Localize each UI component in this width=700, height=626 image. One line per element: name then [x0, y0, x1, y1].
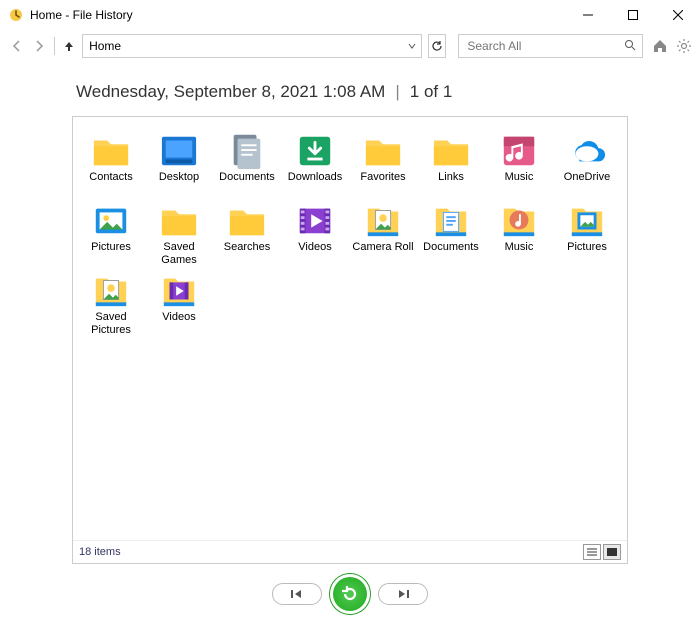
- restore-button[interactable]: [330, 574, 370, 614]
- folder-icon: [226, 201, 268, 239]
- minimize-button[interactable]: [565, 0, 610, 30]
- item-label: Documents: [219, 171, 275, 197]
- search-input[interactable]: [465, 38, 624, 54]
- view-details-button[interactable]: [583, 544, 601, 560]
- folder-item[interactable]: Documents: [419, 201, 483, 267]
- folder-icon: [158, 201, 200, 239]
- nav-divider: [54, 37, 55, 55]
- folder-item[interactable]: OneDrive: [555, 131, 619, 197]
- forward-button[interactable]: [30, 34, 48, 58]
- folder-item[interactable]: Saved Pictures: [79, 271, 143, 337]
- videos-icon: [294, 201, 336, 239]
- item-label: Documents: [423, 241, 479, 267]
- refresh-button[interactable]: [428, 34, 446, 58]
- folder-item[interactable]: Videos: [283, 201, 347, 267]
- folder-item[interactable]: Contacts: [79, 131, 143, 197]
- lib-camera-icon: [90, 271, 132, 309]
- address-bar[interactable]: Home: [82, 34, 422, 58]
- lib-pictures-icon: [566, 201, 608, 239]
- item-label: Contacts: [89, 171, 132, 197]
- folder-item[interactable]: Searches: [215, 201, 279, 267]
- item-label: Videos: [162, 311, 195, 337]
- folder-item[interactable]: Favorites: [351, 131, 415, 197]
- folder-icon: [362, 131, 404, 169]
- item-label: Music: [505, 171, 534, 197]
- snapshot-header: Wednesday, September 8, 2021 1:08 AM | 1…: [72, 66, 628, 116]
- address-dropdown-icon[interactable]: [403, 42, 421, 50]
- item-label: Favorites: [360, 171, 405, 197]
- status-bar: 18 items: [73, 540, 627, 563]
- back-button[interactable]: [8, 34, 26, 58]
- previous-version-button[interactable]: [272, 583, 322, 605]
- address-text: Home: [83, 39, 403, 53]
- folder-item[interactable]: Videos: [147, 271, 211, 337]
- item-label: Music: [505, 241, 534, 267]
- item-label: OneDrive: [564, 171, 610, 197]
- pictures-icon: [90, 201, 132, 239]
- folder-item[interactable]: Pictures: [555, 201, 619, 267]
- folder-item[interactable]: Music: [487, 131, 551, 197]
- search-box[interactable]: [458, 34, 643, 58]
- next-version-button[interactable]: [378, 583, 428, 605]
- item-label: Saved Pictures: [79, 311, 143, 337]
- window-title: Home - File History: [30, 8, 565, 22]
- lib-camera-icon: [362, 201, 404, 239]
- documents-icon: [226, 131, 268, 169]
- lib-documents-icon: [430, 201, 472, 239]
- snapshot-page: 1 of 1: [410, 82, 453, 102]
- folder-item[interactable]: Desktop: [147, 131, 211, 197]
- lib-music-icon: [498, 201, 540, 239]
- folder-item[interactable]: Saved Games: [147, 201, 211, 267]
- snapshot-timestamp: Wednesday, September 8, 2021 1:08 AM: [76, 82, 385, 102]
- item-label: Searches: [224, 241, 270, 267]
- downloads-icon: [294, 131, 336, 169]
- search-icon: [624, 39, 636, 54]
- item-label: Links: [438, 171, 464, 197]
- item-label: Camera Roll: [352, 241, 413, 267]
- snapshot-separator: |: [395, 82, 399, 102]
- item-label: Pictures: [91, 241, 131, 267]
- item-count: 18 items: [79, 546, 121, 558]
- toolbar: Home: [0, 30, 700, 66]
- item-label: Desktop: [159, 171, 199, 197]
- app-icon: [8, 7, 24, 23]
- folder-item[interactable]: Downloads: [283, 131, 347, 197]
- view-icons-button[interactable]: [603, 544, 621, 560]
- home-button[interactable]: [651, 35, 667, 57]
- title-bar: Home - File History: [0, 0, 700, 30]
- item-label: Pictures: [567, 241, 607, 267]
- folder-item[interactable]: Music: [487, 201, 551, 267]
- footer-controls: [0, 564, 700, 624]
- items-grid: Contacts Desktop Documents Downloads Favorit…: [73, 117, 627, 540]
- folder-item[interactable]: Links: [419, 131, 483, 197]
- lib-videos-icon: [158, 271, 200, 309]
- item-label: Downloads: [288, 171, 342, 197]
- maximize-button[interactable]: [610, 0, 655, 30]
- folder-item[interactable]: Camera Roll: [351, 201, 415, 267]
- folder-item[interactable]: Pictures: [79, 201, 143, 267]
- folder-item[interactable]: Documents: [215, 131, 279, 197]
- item-label: Saved Games: [147, 241, 211, 267]
- onedrive-icon: [566, 131, 608, 169]
- up-button[interactable]: [60, 34, 78, 58]
- folder-icon: [430, 131, 472, 169]
- item-label: Videos: [298, 241, 331, 267]
- content: Wednesday, September 8, 2021 1:08 AM | 1…: [0, 66, 700, 564]
- close-button[interactable]: [655, 0, 700, 30]
- music-icon: [498, 131, 540, 169]
- file-listing: Contacts Desktop Documents Downloads Favorit…: [72, 116, 628, 564]
- settings-button[interactable]: [676, 35, 692, 57]
- desktop-icon: [158, 131, 200, 169]
- folder-icon: [90, 131, 132, 169]
